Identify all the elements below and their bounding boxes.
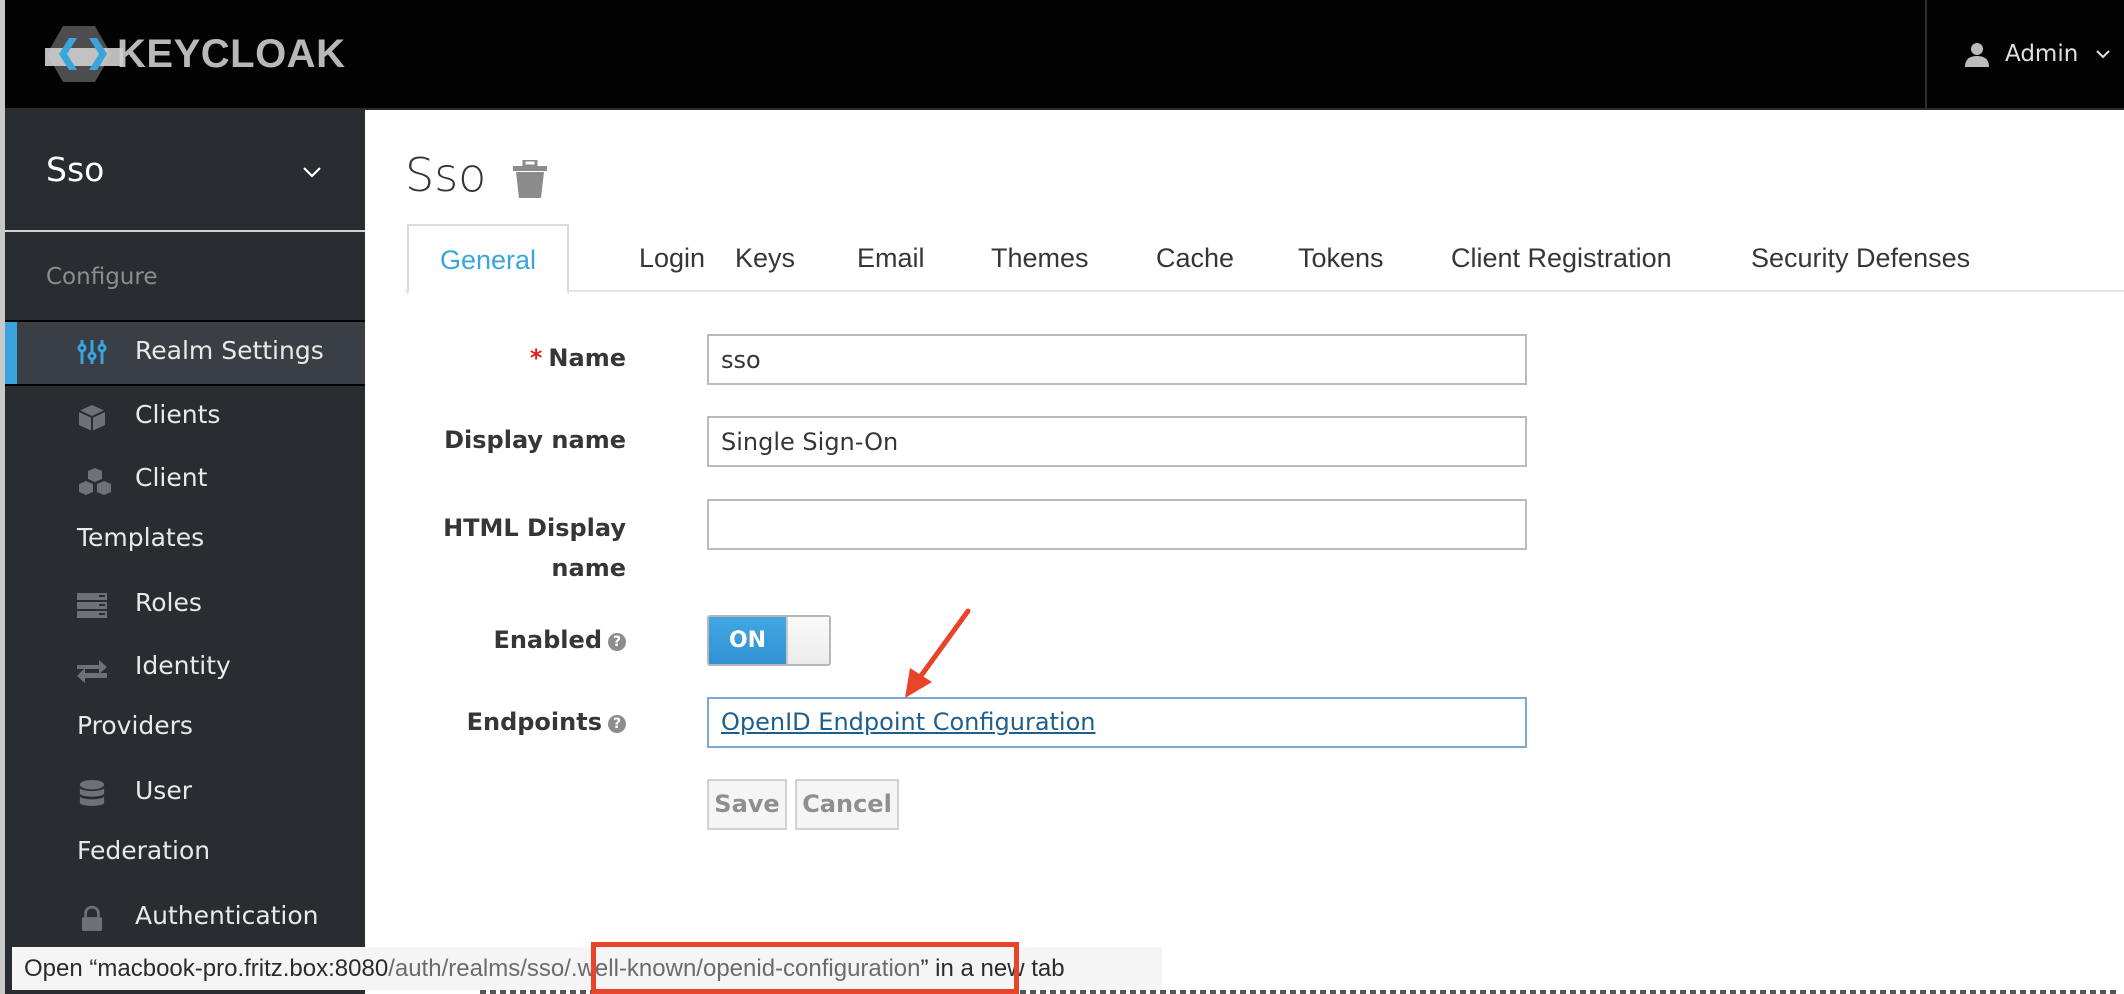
sidebar-item-label: Roles xyxy=(135,588,202,617)
html-display-name-label-line2: name xyxy=(551,554,626,582)
sidebar-section-configure: Configure xyxy=(46,264,158,290)
tab-keys[interactable]: Keys xyxy=(735,224,795,292)
link-status-tooltip: Open “macbook-pro.fritz.box:8080/auth/re… xyxy=(12,947,1162,990)
sidebar-item-label-cont: Templates xyxy=(77,523,205,552)
enabled-label-text: Enabled xyxy=(493,626,602,654)
user-name: Admin xyxy=(2005,41,2079,67)
sidebar-item-label: Clients xyxy=(135,400,221,429)
chevron-down-icon xyxy=(303,167,321,178)
active-indicator xyxy=(5,322,17,384)
sidebar-item-label-cont: Providers xyxy=(77,711,193,740)
name-input[interactable] xyxy=(707,334,1527,385)
display-name-input[interactable] xyxy=(707,416,1527,467)
tab-security-defenses[interactable]: Security Defenses xyxy=(1751,224,1970,292)
endpoints-label-text: Endpoints xyxy=(466,708,602,736)
tab-client-registration[interactable]: Client Registration xyxy=(1451,224,1672,292)
name-label: * Name xyxy=(530,344,626,372)
tab-login[interactable]: Login xyxy=(639,224,705,292)
user-menu-dropdown[interactable]: Admin xyxy=(1965,34,2111,74)
html-display-name-label-line1: HTML Display xyxy=(443,514,626,542)
tab-tokens[interactable]: Tokens xyxy=(1298,224,1384,292)
status-path: /auth/realms/sso/.well-known/openid-conf… xyxy=(388,955,921,982)
sidebar-item-roles[interactable]: Roles xyxy=(5,580,365,630)
enabled-toggle[interactable]: ON xyxy=(707,615,831,666)
delete-realm-trash-icon[interactable] xyxy=(513,160,547,198)
sidebar-item-identity-providers[interactable]: Identity Providers xyxy=(5,643,365,755)
header-divider xyxy=(1925,0,1927,110)
sidebar-item-authentication[interactable]: Authentication xyxy=(5,893,365,943)
keycloak-logo-icon xyxy=(45,26,123,82)
top-navbar: KEYCLOAK Admin xyxy=(5,0,2124,110)
endpoints-field: OpenID Endpoint Configuration xyxy=(707,697,1527,748)
status-suffix: in a new tab xyxy=(928,955,1065,982)
sidebar-item-label: User xyxy=(135,776,192,805)
database-icon xyxy=(79,780,105,806)
sidebar-item-user-federation[interactable]: User Federation xyxy=(5,768,365,880)
brand-name: KEYCLOAK xyxy=(117,31,346,76)
sidebar-item-realm-settings[interactable]: Realm Settings xyxy=(5,320,365,386)
help-icon[interactable]: ? xyxy=(608,633,626,651)
cancel-button[interactable]: Cancel xyxy=(795,779,899,830)
sliders-icon xyxy=(77,340,107,364)
html-display-name-label: HTML Display name xyxy=(443,508,626,588)
sidebar: Sso Configure Realm Settings Clients Cli… xyxy=(5,110,365,994)
realm-selector[interactable]: Sso xyxy=(5,110,365,232)
tab-themes[interactable]: Themes xyxy=(991,224,1089,292)
tab-general[interactable]: General xyxy=(407,224,570,294)
chevron-down-icon xyxy=(2096,50,2111,59)
endpoints-label: Endpoints? xyxy=(467,708,626,736)
openid-endpoint-configuration-link[interactable]: OpenID Endpoint Configuration xyxy=(721,708,1096,736)
sidebar-item-clients[interactable]: Clients xyxy=(5,392,365,442)
html-display-name-input[interactable] xyxy=(707,499,1527,550)
sidebar-item-label: Authentication xyxy=(135,901,319,930)
status-host: macbook-pro.fritz.box:8080 xyxy=(97,955,389,982)
sidebar-item-label-cont: Federation xyxy=(77,836,211,865)
sidebar-item-client-templates[interactable]: Client Templates xyxy=(5,455,365,567)
enabled-label: Enabled? xyxy=(493,626,626,654)
annotation-arrow-icon xyxy=(905,608,971,698)
sidebar-item-label: Identity xyxy=(135,651,231,680)
tab-cache[interactable]: Cache xyxy=(1156,224,1234,292)
help-icon[interactable]: ? xyxy=(608,715,626,733)
save-button[interactable]: Save xyxy=(707,779,787,830)
page-title: Sso xyxy=(405,148,487,202)
realm-settings-tabs: General Login Keys Email Themes Cache To… xyxy=(405,224,2124,294)
toggle-on-label: ON xyxy=(709,617,786,664)
status-prefix: Open “ xyxy=(24,955,98,982)
toggle-knob xyxy=(786,617,829,664)
sidebar-item-label: Client xyxy=(135,463,208,492)
cubes-icon xyxy=(79,468,111,495)
server-stack-icon xyxy=(77,593,107,618)
required-marker: * xyxy=(529,344,543,372)
sidebar-item-label: Realm Settings xyxy=(135,336,324,365)
obscured-content xyxy=(480,990,2120,994)
keycloak-logo[interactable]: KEYCLOAK xyxy=(45,24,345,84)
realm-selector-label: Sso xyxy=(46,150,105,189)
name-label-text: Name xyxy=(548,344,626,372)
cube-icon xyxy=(78,405,106,431)
tab-email[interactable]: Email xyxy=(857,224,925,292)
user-icon xyxy=(1965,43,1989,67)
display-name-label: Display name xyxy=(444,426,626,454)
lock-icon xyxy=(81,905,103,931)
exchange-arrows-icon xyxy=(77,660,107,683)
